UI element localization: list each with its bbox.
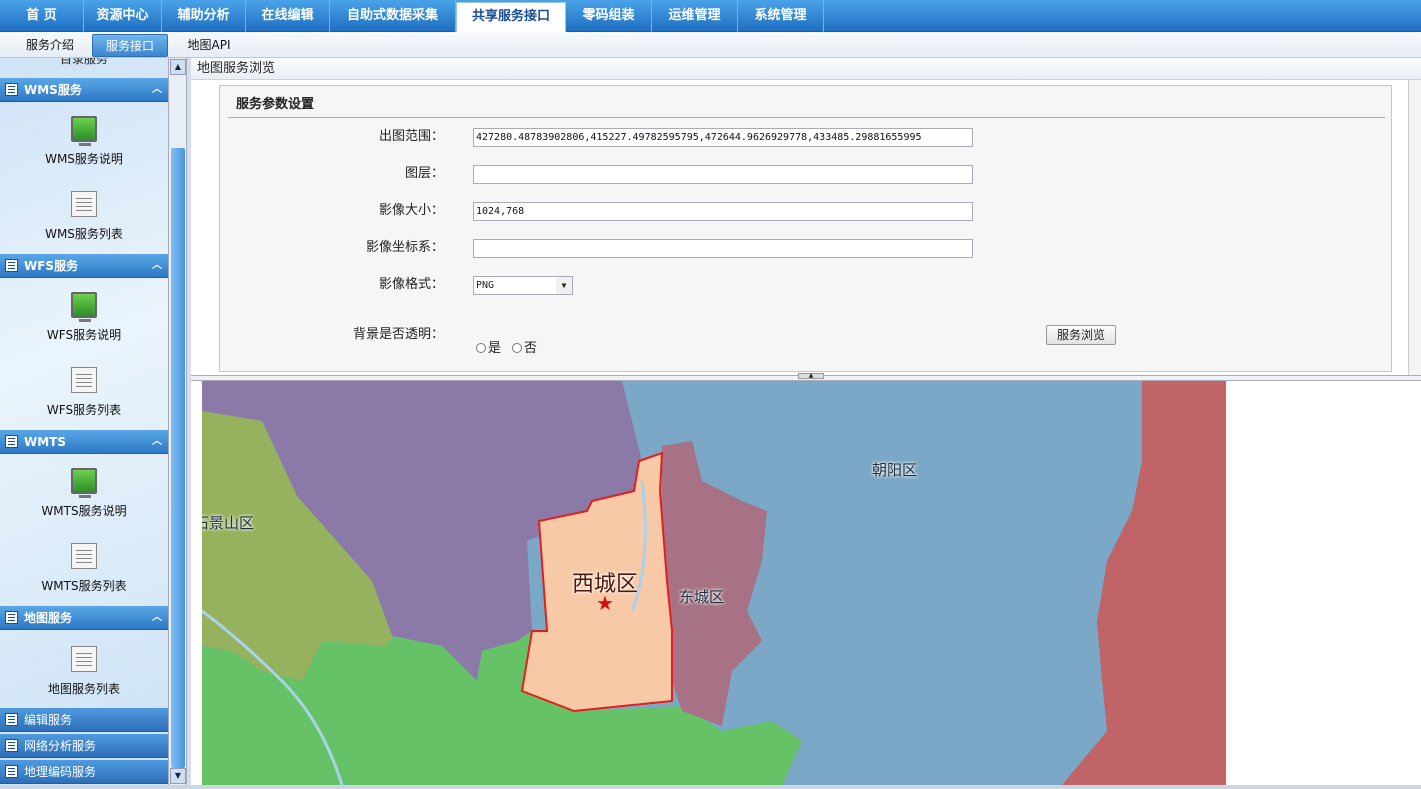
map-label-shijingshan: 石景山区 — [202, 514, 255, 532]
row-format: 影像格式： PNG ▼ — [220, 275, 1393, 295]
size-label: 影像大小： — [378, 203, 444, 218]
format-select[interactable]: PNG ▼ — [473, 276, 573, 295]
nav-tab-data-collection[interactable]: 自助式数据采集 — [330, 0, 456, 32]
layers-input[interactable] — [473, 165, 973, 184]
service-params-panel: 服务参数设置 出图范围： 427280.48783902806,415227.4… — [219, 85, 1392, 372]
row-crs: 影像坐标系： — [220, 238, 1393, 258]
sidebar-item-wmts-list[interactable]: WMTS服务列表 — [0, 543, 168, 603]
nav-tab-shared-services[interactable]: 共享服务接口 — [456, 2, 566, 32]
list-icon — [5, 765, 18, 778]
nav-tab-home[interactable]: 首 页 — [0, 0, 84, 32]
top-navigation: 首 页 资源中心 辅助分析 在线编辑 自助式数据采集 共享服务接口 零码组装 运… — [0, 0, 1421, 32]
service-browse-button[interactable]: 服务浏览 — [1046, 325, 1116, 345]
sub-tabs: 服务介绍 服务接口 地图API — [0, 32, 1421, 58]
radio-circle-icon — [512, 343, 522, 353]
sidebar-item-wms-doc[interactable]: WMS服务说明 — [0, 116, 168, 176]
map-label-dongcheng: 东城区 — [679, 588, 725, 606]
sidebar-item-wmts-doc[interactable]: WMTS服务说明 — [0, 468, 168, 528]
bottom-bar — [0, 785, 1421, 789]
sidebar-section-network[interactable]: 网络分析服务 — [0, 734, 168, 758]
document-icon — [71, 543, 97, 569]
monitor-icon — [71, 292, 97, 322]
row-transparent: 背景是否透明： 是 否 — [220, 325, 1393, 356]
monitor-icon — [71, 468, 97, 498]
sidebar-scrollbar[interactable]: ▲ ▼ — [168, 58, 186, 789]
transparent-yes-radio[interactable]: 是 — [476, 337, 501, 356]
sidebar-section-map[interactable]: 地图服务 ︿ — [0, 606, 168, 630]
page-title: 地图服务浏览 — [191, 58, 1421, 80]
monitor-icon — [71, 116, 97, 146]
extent-label: 出图范围： — [378, 129, 444, 144]
panel-title: 服务参数设置 — [228, 92, 1385, 118]
sidebar-item-wms-list[interactable]: WMS服务列表 — [0, 191, 168, 251]
sidebar: 目录服务 WMS服务 ︿ WMS服务说明 WMS服务列表 WFS服务 ︿ WFS… — [0, 58, 186, 789]
sidebar-clipped-item[interactable]: 目录服务 — [0, 58, 168, 67]
document-icon — [71, 646, 97, 672]
row-size: 影像大小： 1024,768 — [220, 201, 1393, 221]
transparent-label: 背景是否透明： — [352, 327, 444, 342]
splitter-grip-icon[interactable]: ▲ — [798, 373, 824, 379]
row-layers: 图层： — [220, 164, 1393, 184]
subtab-service-intro[interactable]: 服务介绍 — [14, 34, 86, 57]
sidebar-section-wfs[interactable]: WFS服务 ︿ — [0, 254, 168, 278]
row-extent: 出图范围： 427280.48783902806,415227.49782595… — [220, 127, 1393, 147]
scroll-down-icon[interactable]: ▼ — [170, 768, 186, 784]
sidebar-item-wfs-doc[interactable]: WFS服务说明 — [0, 292, 168, 352]
collapse-caret-icon[interactable]: ︿ — [152, 430, 162, 454]
transparent-no-radio[interactable]: 否 — [512, 337, 537, 356]
right-scroll-strip — [1408, 80, 1421, 376]
document-icon — [71, 367, 97, 393]
sidebar-section-geocode[interactable]: 地理编码服务 — [0, 760, 168, 784]
crs-input[interactable] — [473, 239, 973, 258]
document-icon — [71, 191, 97, 217]
crs-label: 影像坐标系： — [365, 240, 444, 255]
collapse-caret-icon[interactable]: ︿ — [152, 78, 162, 102]
list-icon — [5, 435, 18, 448]
radio-circle-icon — [476, 343, 486, 353]
scrollbar-thumb[interactable] — [171, 148, 185, 768]
chevron-down-icon[interactable]: ▼ — [556, 277, 572, 294]
map-blank-area — [1226, 381, 1421, 785]
capital-star-icon: ★ — [596, 591, 614, 615]
map-canvas — [202, 381, 1226, 785]
sidebar-list: 目录服务 WMS服务 ︿ WMS服务说明 WMS服务列表 WFS服务 ︿ WFS… — [0, 58, 168, 789]
list-icon — [5, 259, 18, 272]
nav-tab-online-edit[interactable]: 在线编辑 — [246, 0, 330, 32]
collapse-caret-icon[interactable]: ︿ — [152, 254, 162, 278]
nav-tab-resource-center[interactable]: 资源中心 — [84, 0, 162, 32]
size-input[interactable]: 1024,768 — [473, 202, 973, 221]
layers-label: 图层： — [404, 166, 444, 181]
sidebar-section-wms[interactable]: WMS服务 ︿ — [0, 78, 168, 102]
nav-tab-ops[interactable]: 运维管理 — [652, 0, 738, 32]
scroll-up-icon[interactable]: ▲ — [170, 59, 186, 75]
extent-input[interactable]: 427280.48783902806,415227.49782595795,47… — [473, 128, 973, 147]
map-margin — [191, 381, 202, 785]
sidebar-item-map-list[interactable]: 地图服务列表 — [0, 646, 168, 706]
nav-tab-zero-code[interactable]: 零码组装 — [566, 0, 652, 32]
list-icon — [5, 83, 18, 96]
list-icon — [5, 713, 18, 726]
map-label-chaoyang: 朝阳区 — [872, 461, 918, 479]
format-label: 影像格式： — [378, 277, 444, 292]
subtab-service-interface[interactable]: 服务接口 — [92, 34, 168, 57]
sidebar-section-edit[interactable]: 编辑服务 — [0, 708, 168, 732]
collapse-caret-icon[interactable]: ︿ — [152, 606, 162, 630]
map-view[interactable]: 朝阳区 石景山区 西城区 ★ 东城区 — [202, 381, 1226, 785]
subtab-map-api[interactable]: 地图API — [176, 34, 242, 57]
list-icon — [5, 611, 18, 624]
sidebar-section-wmts[interactable]: WMTS ︿ — [0, 430, 168, 454]
list-icon — [5, 739, 18, 752]
nav-tab-system[interactable]: 系统管理 — [738, 0, 824, 32]
nav-tab-analysis[interactable]: 辅助分析 — [162, 0, 246, 32]
sidebar-item-wfs-list[interactable]: WFS服务列表 — [0, 367, 168, 427]
